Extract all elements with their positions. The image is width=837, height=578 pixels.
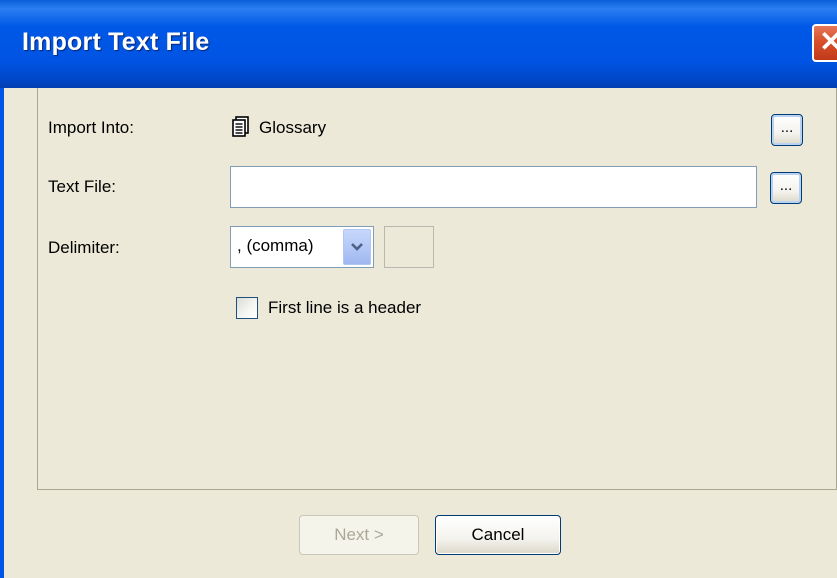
delimiter-selected-value: , (comma): [237, 236, 314, 255]
import-text-file-dialog: Import Text File ✕ Import Into: Glossary…: [0, 0, 837, 578]
close-icon: ✕: [819, 26, 837, 57]
delimiter-select[interactable]: , (comma): [230, 226, 374, 268]
delimiter-dropdown-button[interactable]: [343, 229, 371, 265]
window-left-border: [0, 88, 4, 578]
delimiter-label: Delimiter:: [48, 238, 120, 257]
window-title: Import Text File: [22, 28, 210, 56]
import-into-label: Import Into:: [48, 118, 134, 137]
options-group-panel: [37, 88, 837, 490]
title-bar[interactable]: Import Text File ✕: [0, 0, 837, 88]
cancel-button[interactable]: Cancel: [435, 515, 561, 555]
text-file-browse-button[interactable]: ...: [770, 172, 802, 204]
close-button[interactable]: ✕: [812, 24, 837, 62]
import-into-browse-button[interactable]: ...: [771, 114, 803, 146]
next-button[interactable]: Next >: [299, 515, 419, 555]
import-into-value: Glossary: [259, 118, 327, 137]
first-line-header-label[interactable]: First line is a header: [268, 298, 421, 318]
first-line-header-checkbox[interactable]: [236, 297, 258, 319]
text-file-input[interactable]: [230, 166, 757, 208]
chevron-down-icon: [351, 243, 363, 251]
text-file-label: Text File:: [48, 177, 117, 196]
glossary-document-icon: [232, 116, 250, 143]
custom-delimiter-input: [384, 226, 434, 268]
